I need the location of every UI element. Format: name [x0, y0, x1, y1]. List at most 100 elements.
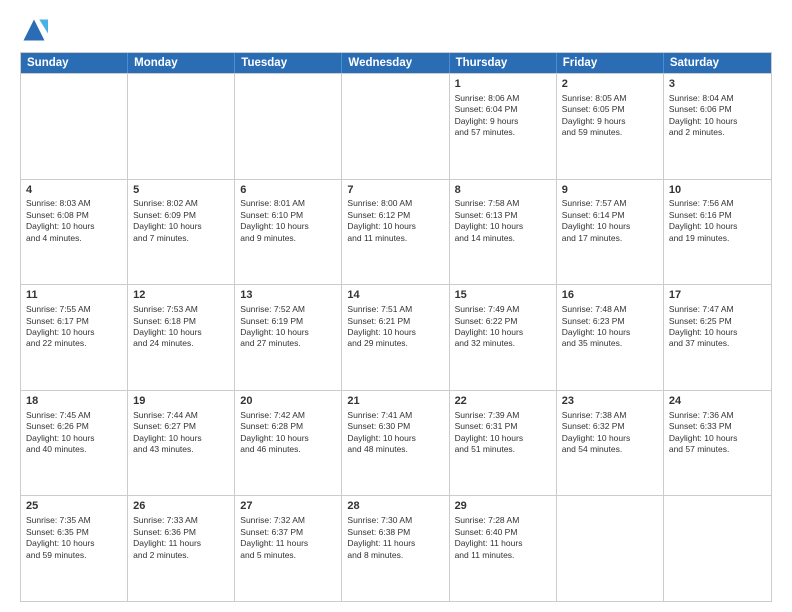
- day-number: 16: [562, 288, 658, 303]
- day-info: Sunrise: 8:00 AM Sunset: 6:12 PM Dayligh…: [347, 198, 443, 244]
- day-info: Sunrise: 7:41 AM Sunset: 6:30 PM Dayligh…: [347, 410, 443, 456]
- day-info: Sunrise: 7:28 AM Sunset: 6:40 PM Dayligh…: [455, 515, 551, 561]
- calendar-cell-26: 26Sunrise: 7:33 AM Sunset: 6:36 PM Dayli…: [128, 496, 235, 601]
- header-day-wednesday: Wednesday: [342, 53, 449, 73]
- calendar-cell-27: 27Sunrise: 7:32 AM Sunset: 6:37 PM Dayli…: [235, 496, 342, 601]
- day-number: 6: [240, 183, 336, 198]
- calendar-body: 1Sunrise: 8:06 AM Sunset: 6:04 PM Daylig…: [21, 73, 771, 601]
- calendar-cell-empty-0-3: [342, 74, 449, 179]
- day-number: 26: [133, 499, 229, 514]
- calendar-week-5: 25Sunrise: 7:35 AM Sunset: 6:35 PM Dayli…: [21, 495, 771, 601]
- calendar-cell-17: 17Sunrise: 7:47 AM Sunset: 6:25 PM Dayli…: [664, 285, 771, 390]
- day-number: 29: [455, 499, 551, 514]
- day-info: Sunrise: 7:52 AM Sunset: 6:19 PM Dayligh…: [240, 304, 336, 350]
- day-info: Sunrise: 7:48 AM Sunset: 6:23 PM Dayligh…: [562, 304, 658, 350]
- header-day-monday: Monday: [128, 53, 235, 73]
- logo: [20, 16, 52, 44]
- day-info: Sunrise: 7:30 AM Sunset: 6:38 PM Dayligh…: [347, 515, 443, 561]
- day-number: 24: [669, 394, 766, 409]
- calendar-cell-empty-4-6: [664, 496, 771, 601]
- day-number: 15: [455, 288, 551, 303]
- day-number: 5: [133, 183, 229, 198]
- calendar-cell-18: 18Sunrise: 7:45 AM Sunset: 6:26 PM Dayli…: [21, 391, 128, 496]
- calendar-cell-21: 21Sunrise: 7:41 AM Sunset: 6:30 PM Dayli…: [342, 391, 449, 496]
- calendar-header: SundayMondayTuesdayWednesdayThursdayFrid…: [21, 53, 771, 73]
- calendar-cell-13: 13Sunrise: 7:52 AM Sunset: 6:19 PM Dayli…: [235, 285, 342, 390]
- calendar-cell-15: 15Sunrise: 7:49 AM Sunset: 6:22 PM Dayli…: [450, 285, 557, 390]
- day-info: Sunrise: 7:47 AM Sunset: 6:25 PM Dayligh…: [669, 304, 766, 350]
- day-info: Sunrise: 8:03 AM Sunset: 6:08 PM Dayligh…: [26, 198, 122, 244]
- calendar-week-3: 11Sunrise: 7:55 AM Sunset: 6:17 PM Dayli…: [21, 284, 771, 390]
- day-info: Sunrise: 7:55 AM Sunset: 6:17 PM Dayligh…: [26, 304, 122, 350]
- calendar-cell-16: 16Sunrise: 7:48 AM Sunset: 6:23 PM Dayli…: [557, 285, 664, 390]
- header-day-friday: Friday: [557, 53, 664, 73]
- calendar-cell-14: 14Sunrise: 7:51 AM Sunset: 6:21 PM Dayli…: [342, 285, 449, 390]
- header-day-sunday: Sunday: [21, 53, 128, 73]
- calendar-cell-28: 28Sunrise: 7:30 AM Sunset: 6:38 PM Dayli…: [342, 496, 449, 601]
- calendar-cell-5: 5Sunrise: 8:02 AM Sunset: 6:09 PM Daylig…: [128, 180, 235, 285]
- day-info: Sunrise: 7:56 AM Sunset: 6:16 PM Dayligh…: [669, 198, 766, 244]
- calendar-cell-24: 24Sunrise: 7:36 AM Sunset: 6:33 PM Dayli…: [664, 391, 771, 496]
- day-info: Sunrise: 8:01 AM Sunset: 6:10 PM Dayligh…: [240, 198, 336, 244]
- day-number: 11: [26, 288, 122, 303]
- calendar-cell-2: 2Sunrise: 8:05 AM Sunset: 6:05 PM Daylig…: [557, 74, 664, 179]
- day-number: 9: [562, 183, 658, 198]
- calendar-cell-22: 22Sunrise: 7:39 AM Sunset: 6:31 PM Dayli…: [450, 391, 557, 496]
- day-number: 20: [240, 394, 336, 409]
- day-info: Sunrise: 7:45 AM Sunset: 6:26 PM Dayligh…: [26, 410, 122, 456]
- calendar-cell-6: 6Sunrise: 8:01 AM Sunset: 6:10 PM Daylig…: [235, 180, 342, 285]
- calendar-cell-23: 23Sunrise: 7:38 AM Sunset: 6:32 PM Dayli…: [557, 391, 664, 496]
- day-info: Sunrise: 8:02 AM Sunset: 6:09 PM Dayligh…: [133, 198, 229, 244]
- day-number: 27: [240, 499, 336, 514]
- day-number: 13: [240, 288, 336, 303]
- day-info: Sunrise: 7:44 AM Sunset: 6:27 PM Dayligh…: [133, 410, 229, 456]
- calendar-cell-29: 29Sunrise: 7:28 AM Sunset: 6:40 PM Dayli…: [450, 496, 557, 601]
- day-number: 25: [26, 499, 122, 514]
- calendar-cell-11: 11Sunrise: 7:55 AM Sunset: 6:17 PM Dayli…: [21, 285, 128, 390]
- calendar-cell-empty-0-1: [128, 74, 235, 179]
- day-number: 18: [26, 394, 122, 409]
- day-number: 7: [347, 183, 443, 198]
- calendar-week-4: 18Sunrise: 7:45 AM Sunset: 6:26 PM Dayli…: [21, 390, 771, 496]
- day-number: 12: [133, 288, 229, 303]
- header-day-saturday: Saturday: [664, 53, 771, 73]
- calendar-cell-19: 19Sunrise: 7:44 AM Sunset: 6:27 PM Dayli…: [128, 391, 235, 496]
- calendar-cell-12: 12Sunrise: 7:53 AM Sunset: 6:18 PM Dayli…: [128, 285, 235, 390]
- day-info: Sunrise: 7:35 AM Sunset: 6:35 PM Dayligh…: [26, 515, 122, 561]
- calendar-cell-25: 25Sunrise: 7:35 AM Sunset: 6:35 PM Dayli…: [21, 496, 128, 601]
- day-info: Sunrise: 7:53 AM Sunset: 6:18 PM Dayligh…: [133, 304, 229, 350]
- day-number: 2: [562, 77, 658, 92]
- calendar: SundayMondayTuesdayWednesdayThursdayFrid…: [20, 52, 772, 602]
- day-number: 1: [455, 77, 551, 92]
- logo-icon: [20, 16, 48, 44]
- day-info: Sunrise: 8:04 AM Sunset: 6:06 PM Dayligh…: [669, 93, 766, 139]
- day-info: Sunrise: 7:42 AM Sunset: 6:28 PM Dayligh…: [240, 410, 336, 456]
- day-info: Sunrise: 7:38 AM Sunset: 6:32 PM Dayligh…: [562, 410, 658, 456]
- day-number: 21: [347, 394, 443, 409]
- day-number: 23: [562, 394, 658, 409]
- day-info: Sunrise: 7:39 AM Sunset: 6:31 PM Dayligh…: [455, 410, 551, 456]
- page: SundayMondayTuesdayWednesdayThursdayFrid…: [0, 0, 792, 612]
- day-number: 14: [347, 288, 443, 303]
- calendar-cell-20: 20Sunrise: 7:42 AM Sunset: 6:28 PM Dayli…: [235, 391, 342, 496]
- day-info: Sunrise: 8:06 AM Sunset: 6:04 PM Dayligh…: [455, 93, 551, 139]
- day-number: 19: [133, 394, 229, 409]
- day-info: Sunrise: 7:51 AM Sunset: 6:21 PM Dayligh…: [347, 304, 443, 350]
- calendar-cell-empty-4-5: [557, 496, 664, 601]
- calendar-cell-10: 10Sunrise: 7:56 AM Sunset: 6:16 PM Dayli…: [664, 180, 771, 285]
- calendar-cell-1: 1Sunrise: 8:06 AM Sunset: 6:04 PM Daylig…: [450, 74, 557, 179]
- calendar-cell-empty-0-2: [235, 74, 342, 179]
- day-number: 10: [669, 183, 766, 198]
- calendar-cell-empty-0-0: [21, 74, 128, 179]
- day-info: Sunrise: 7:36 AM Sunset: 6:33 PM Dayligh…: [669, 410, 766, 456]
- header-day-thursday: Thursday: [450, 53, 557, 73]
- day-info: Sunrise: 7:33 AM Sunset: 6:36 PM Dayligh…: [133, 515, 229, 561]
- day-number: 22: [455, 394, 551, 409]
- day-number: 28: [347, 499, 443, 514]
- day-info: Sunrise: 7:32 AM Sunset: 6:37 PM Dayligh…: [240, 515, 336, 561]
- calendar-cell-8: 8Sunrise: 7:58 AM Sunset: 6:13 PM Daylig…: [450, 180, 557, 285]
- day-number: 4: [26, 183, 122, 198]
- header: [20, 16, 772, 44]
- day-info: Sunrise: 7:49 AM Sunset: 6:22 PM Dayligh…: [455, 304, 551, 350]
- calendar-week-2: 4Sunrise: 8:03 AM Sunset: 6:08 PM Daylig…: [21, 179, 771, 285]
